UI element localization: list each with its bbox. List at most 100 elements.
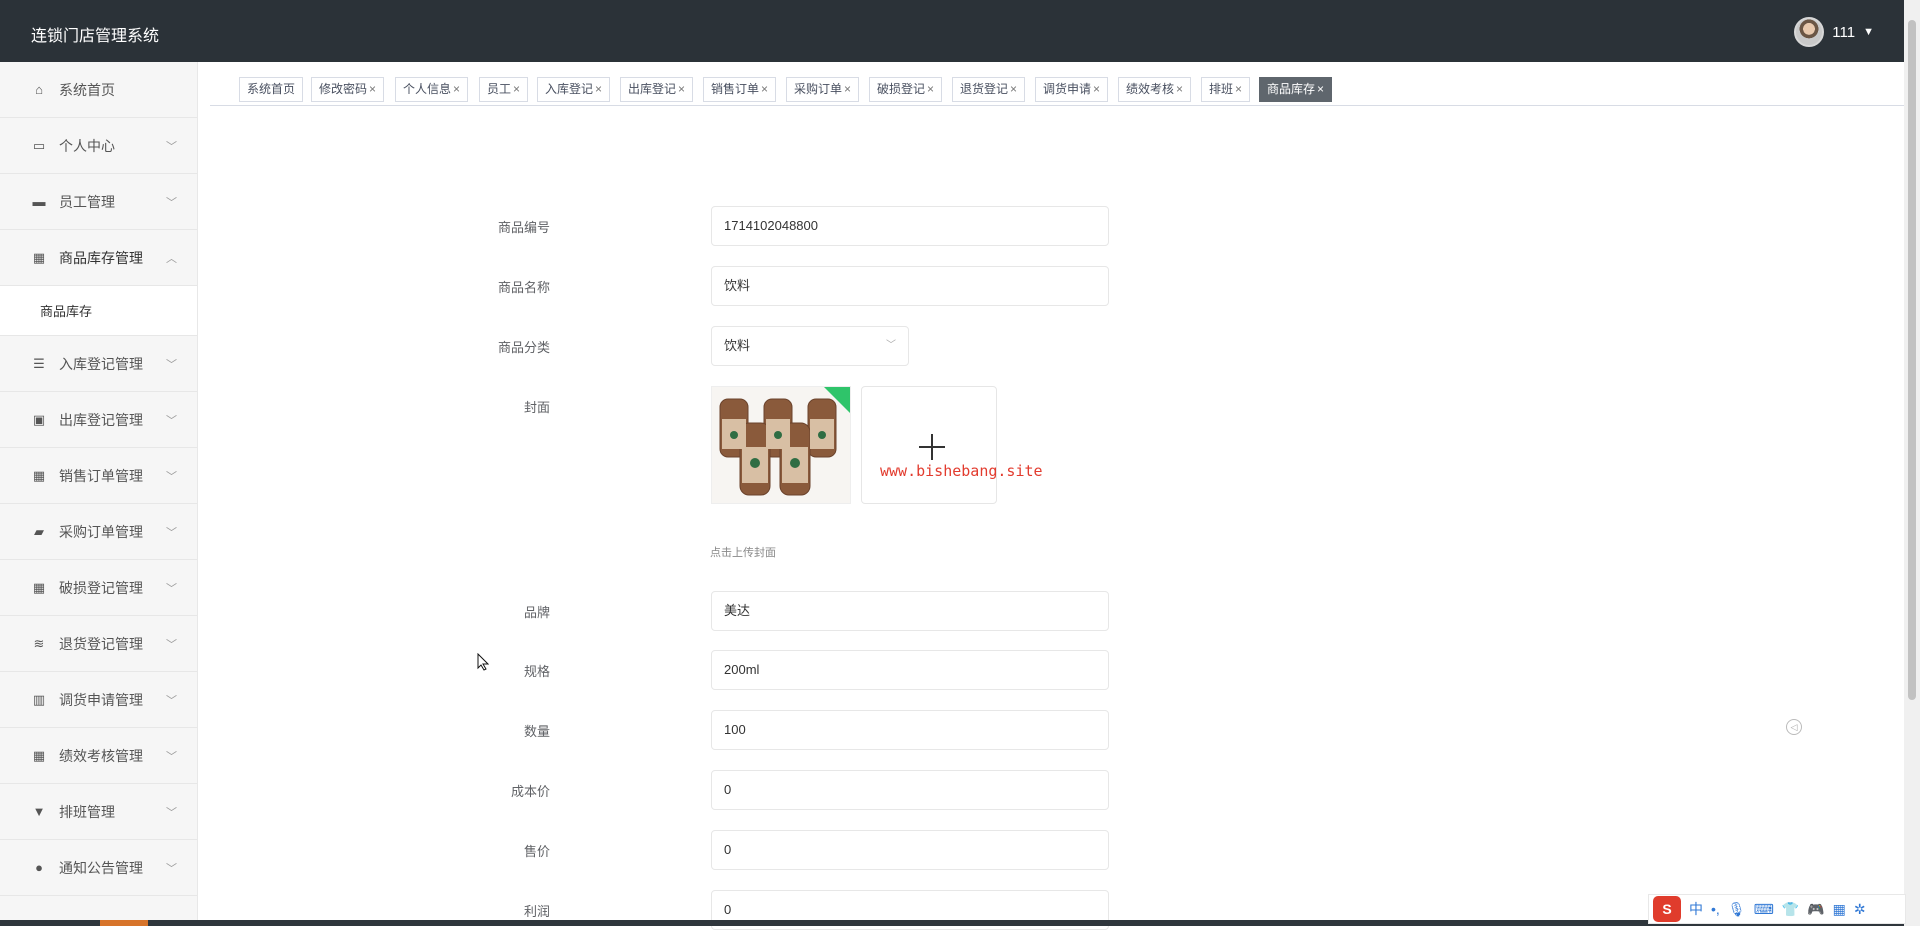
microphone-icon[interactable]: 🎙 (1728, 901, 1746, 918)
sidebar-item-return-registration[interactable]: ≋ 退货登记管理 ﹀ (0, 616, 197, 672)
category-select[interactable]: 饮料 ﹀ (711, 326, 909, 366)
tab-outbound[interactable]: 出库登记 × (620, 77, 694, 102)
sidebar-item-purchase-orders[interactable]: ▰ 采购订单管理 ﹀ (0, 504, 197, 560)
close-icon[interactable]: × (513, 82, 520, 96)
cost-price-input[interactable]: 0 (711, 770, 1109, 810)
ime-toolbar[interactable]: S 中 •, 🎙 ⌨ 👕 🎮 ▦ ✲ (1648, 894, 1906, 924)
tab-label[interactable]: 入库登记 (545, 82, 593, 96)
user-icon: ● (35, 860, 43, 875)
tab-employee[interactable]: 员工 × (479, 77, 529, 102)
tab-label[interactable]: 个人信息 (403, 82, 451, 96)
wallet-icon: ▭ (32, 137, 46, 153)
tab-performance[interactable]: 绩效考核 × (1118, 77, 1192, 102)
sidebar-item-notice-management[interactable]: ● 通知公告管理 ﹀ (0, 840, 197, 896)
close-icon[interactable]: × (1317, 82, 1324, 96)
sidebar-item-outbound-registration[interactable]: ▣ 出库登记管理 ﹀ (0, 392, 197, 448)
brush-icon: ▼ (32, 804, 46, 819)
tab-label[interactable]: 员工 (487, 82, 511, 96)
chevron-down-icon[interactable]: ﹀ (886, 327, 896, 365)
avatar[interactable] (1794, 17, 1825, 47)
tab-label[interactable]: 采购订单 (794, 82, 842, 96)
tab-label[interactable]: 绩效考核 (1126, 82, 1174, 96)
close-icon[interactable]: × (453, 82, 460, 96)
tab-label[interactable]: 调货申请 (1043, 82, 1091, 96)
tab-label[interactable]: 系统首页 (247, 82, 295, 96)
product-name-input[interactable]: 饮料 (711, 266, 1109, 306)
close-icon[interactable]: × (927, 82, 934, 96)
tab-personal-info[interactable]: 个人信息 × (395, 77, 469, 102)
tab-inventory[interactable]: 商品库存 × (1259, 77, 1333, 102)
sidebar-item-damage-registration[interactable]: ▦ 破损登记管理 ﹀ (0, 560, 197, 616)
tab-label[interactable]: 修改密码 (319, 82, 367, 96)
sidebar-item-employee-management[interactable]: ▬ 员工管理 ﹀ (0, 174, 197, 230)
scrollbar-thumb[interactable] (1908, 20, 1916, 700)
page-scrollbar[interactable] (1904, 0, 1920, 926)
chevron-down-icon: ﹀ (166, 470, 177, 483)
profit-label: 利润 (523, 904, 550, 919)
close-icon[interactable]: × (1235, 82, 1242, 96)
settings-icon[interactable]: ✲ (1854, 901, 1866, 918)
tab-damage[interactable]: 破损登记 × (869, 77, 943, 102)
sidebar-item-sales-orders[interactable]: ▦ 销售订单管理 ﹀ (0, 448, 197, 504)
close-icon[interactable]: × (761, 82, 768, 96)
keyboard-icon[interactable]: ⌨ (1754, 901, 1774, 918)
sidebar-item-personal-center[interactable]: ▭ 个人中心 ﹀ (0, 118, 197, 174)
close-icon[interactable]: × (678, 82, 685, 96)
tab-sales-orders[interactable]: 销售订单 × (703, 77, 777, 102)
tab-scheduling[interactable]: 排班 × (1201, 77, 1251, 102)
spec-input[interactable]: 200ml (711, 650, 1109, 690)
skin-icon[interactable]: 👕 (1782, 901, 1799, 918)
sale-price-label: 售价 (523, 844, 550, 859)
brand-input[interactable]: 美达 (711, 591, 1109, 631)
quantity-label: 数量 (523, 724, 550, 739)
sidebar-item-label: 排班管理 (59, 803, 115, 820)
tab-purchase-orders[interactable]: 采购订单 × (786, 77, 860, 102)
sogou-logo-icon[interactable]: S (1653, 896, 1681, 922)
sidebar-item-inventory-management[interactable]: ▦ 商品库存管理 ︿ (0, 230, 197, 286)
close-icon[interactable]: × (1176, 82, 1183, 96)
brand-label: 品牌 (523, 605, 550, 620)
caret-down-icon[interactable]: ▼ (1863, 26, 1874, 38)
sale-price-input[interactable]: 0 (711, 830, 1109, 870)
category-value[interactable]: 饮料 (724, 338, 750, 353)
sidebar-item-inbound-registration[interactable]: ☰ 入库登记管理 ﹀ (0, 336, 197, 392)
tab-label[interactable]: 排班 (1209, 82, 1233, 96)
cover-image[interactable] (711, 386, 851, 504)
tab-inbound[interactable]: 入库登记 × (537, 77, 611, 102)
close-icon[interactable]: × (1010, 82, 1017, 96)
tab-label[interactable]: 出库登记 (628, 82, 676, 96)
tab-transfer[interactable]: 调货申请 × (1035, 77, 1109, 102)
game-icon[interactable]: 🎮 (1807, 901, 1824, 918)
punctuation-icon[interactable]: •, (1711, 901, 1720, 917)
quantity-input[interactable]: 100 (711, 710, 1109, 750)
sidebar-item-home[interactable]: ⌂ 系统首页 (0, 62, 197, 118)
plus-icon[interactable] (919, 434, 945, 460)
tab-label[interactable]: 破损登记 (877, 82, 925, 96)
grid-icon: ▦ (32, 467, 46, 483)
apps-icon[interactable]: ▦ (1833, 901, 1846, 918)
product-code-input[interactable]: 1714102048800 (711, 206, 1109, 246)
user-name[interactable]: 111 (1832, 24, 1855, 41)
taskbar-active-indicator (100, 920, 148, 926)
user-menu[interactable]: 111 ▼ (1794, 16, 1874, 48)
tab-returns[interactable]: 退货登记 × (952, 77, 1026, 102)
sidebar-item-label: 商品库存管理 (59, 249, 143, 266)
back-to-top-icon[interactable]: ◁ (1786, 719, 1802, 735)
sidebar-subitem-inventory[interactable]: 商品库存 (0, 286, 197, 336)
close-icon[interactable]: × (595, 82, 602, 96)
tab-home[interactable]: 系统首页 (239, 77, 304, 102)
close-icon[interactable]: × (369, 82, 376, 96)
tab-label[interactable]: 销售订单 (711, 82, 759, 96)
home-icon: ⌂ (35, 82, 43, 97)
tab-change-password[interactable]: 修改密码 × (311, 77, 385, 102)
close-icon[interactable]: × (1093, 82, 1100, 96)
tab-label[interactable]: 退货登记 (960, 82, 1008, 96)
close-icon[interactable]: × (844, 82, 851, 96)
grid-icon: ▦ (32, 747, 46, 763)
tab-label[interactable]: 商品库存 (1267, 82, 1315, 96)
sidebar-item-performance[interactable]: ▦ 绩效考核管理 ﹀ (0, 728, 197, 784)
upload-button[interactable] (861, 386, 997, 504)
sidebar-item-scheduling[interactable]: ▼ 排班管理 ﹀ (0, 784, 197, 840)
ime-mode[interactable]: 中 (1689, 899, 1703, 919)
sidebar-item-transfer-request[interactable]: ▥ 调货申请管理 ﹀ (0, 672, 197, 728)
